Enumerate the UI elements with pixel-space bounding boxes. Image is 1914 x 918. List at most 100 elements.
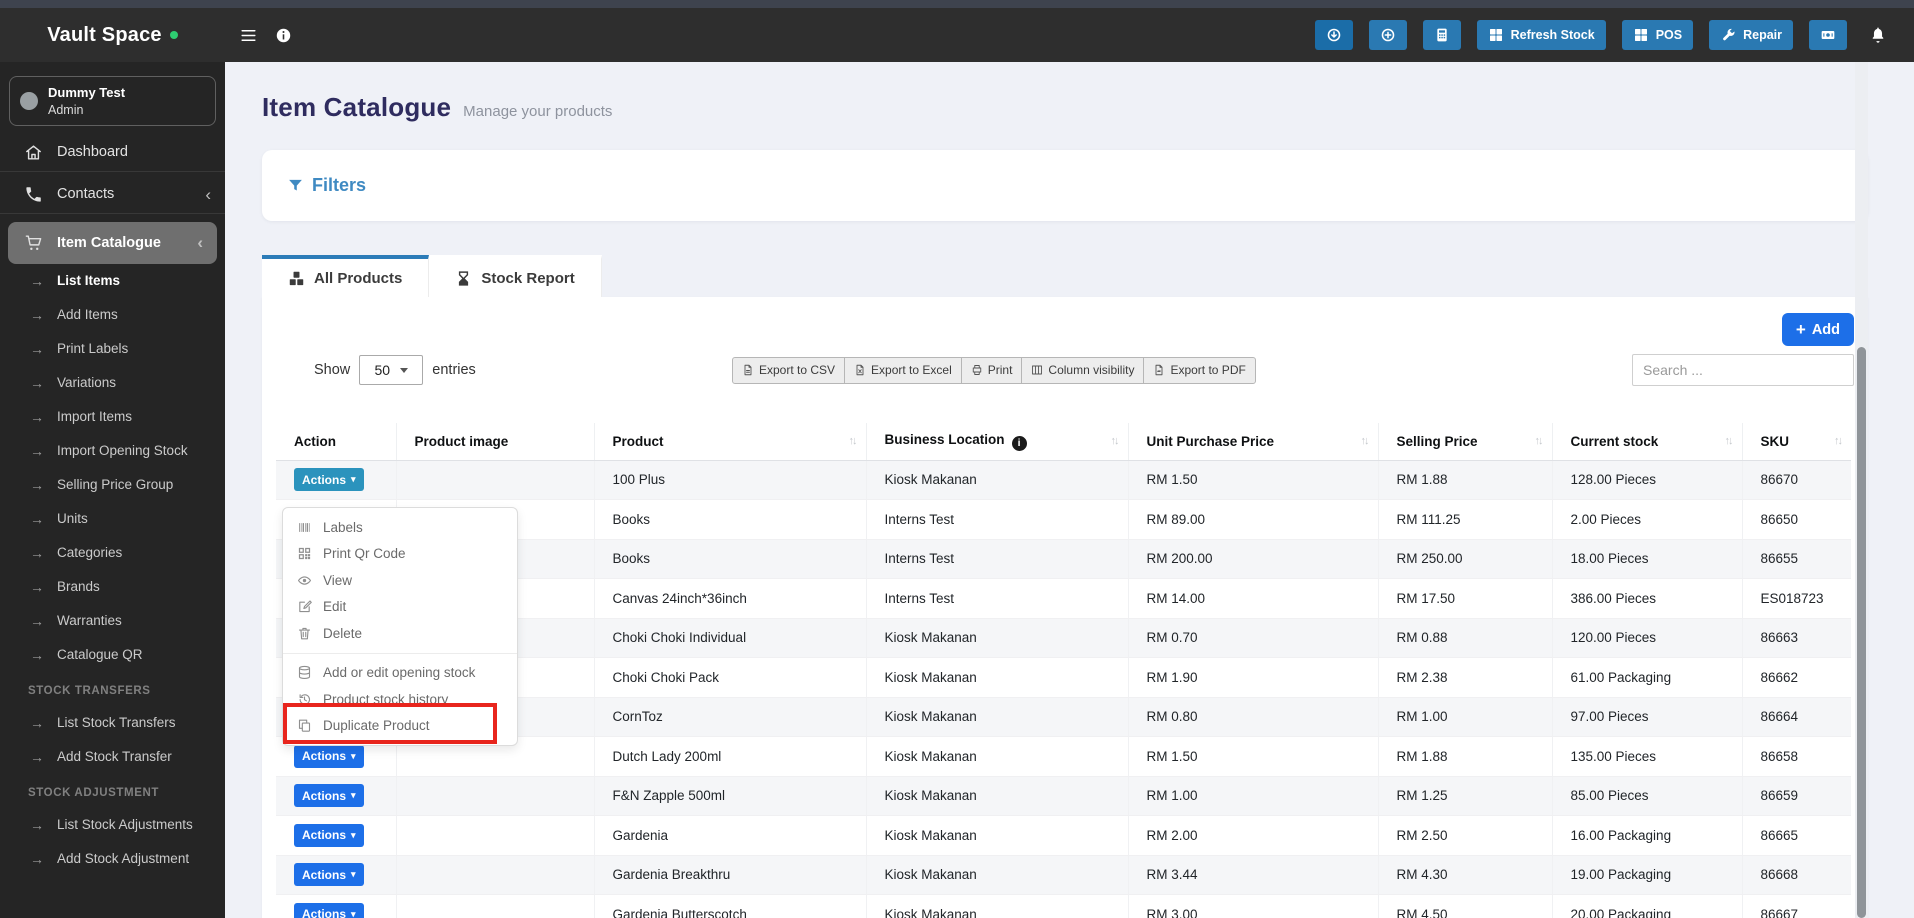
sidebar-subitem-catalogue-qr[interactable]: → Catalogue QR (0, 638, 225, 672)
menu-item-product-stock-history[interactable]: Product stock history (283, 686, 517, 713)
sidebar-label: Import Opening Stock (57, 443, 188, 459)
filters-label: Filters (312, 175, 367, 195)
column-header-product[interactable]: Product ↑↓ (594, 423, 867, 461)
caret-down-icon: ▾ (351, 829, 356, 840)
column-visibility-button[interactable]: Column visibility (1021, 356, 1145, 384)
filters-toggle[interactable]: Filters (287, 175, 366, 196)
menu-item-view[interactable]: View (283, 567, 517, 594)
column-header-current-stock[interactable]: Current stock ↑↓ (1552, 423, 1743, 461)
cash-icon (1820, 27, 1836, 43)
actions-button[interactable]: Actions ▾ (294, 468, 364, 492)
page-size-select[interactable]: 50 (359, 355, 424, 385)
export-to-pdf-button[interactable]: Export to PDF (1143, 356, 1256, 384)
menu-item-delete[interactable]: Delete (283, 620, 517, 647)
sidebar: Dummy Test Admin Dashboard Contacts ‹ Item … (0, 62, 225, 918)
bell-icon[interactable] (1869, 26, 1887, 44)
search-input[interactable] (1632, 354, 1854, 386)
sidebar-subitem-add-items[interactable]: → Add Items (0, 298, 225, 332)
export-button-label: Print (987, 363, 1013, 377)
tab-stock-report[interactable]: Stock Report (429, 255, 602, 297)
menu-item-labels[interactable]: Labels (283, 514, 517, 541)
menu-item-add-or-edit-opening-stock[interactable]: Add or edit opening stock (283, 660, 517, 687)
purchase-price-cell: RM 0.70 (1128, 618, 1379, 658)
sidebar-subitem-add-stock-adjustment[interactable]: → Add Stock Adjustment (0, 842, 225, 876)
export-to-csv-button[interactable]: Export to CSV (732, 356, 846, 384)
current-stock-cell: 120.00 Pieces (1552, 618, 1743, 658)
sidebar-subitem-list-stock-transfers[interactable]: → List Stock Transfers (0, 706, 225, 740)
circle-down-icon (1326, 27, 1342, 43)
quick-add-button[interactable] (1368, 20, 1407, 50)
sidebar-subitem-print-labels[interactable]: → Print Labels (0, 332, 225, 366)
selling-price-cell: RM 17.50 (1378, 578, 1553, 619)
sidebar-subitem-list-items[interactable]: → List Items (0, 264, 225, 298)
sidebar-subitem-variations[interactable]: → Variations (0, 366, 225, 400)
history-icon (297, 692, 312, 707)
info-icon[interactable] (274, 26, 293, 45)
menu-item-print-qr-code[interactable]: Print Qr Code (283, 541, 517, 568)
tab-all-products[interactable]: All Products (262, 255, 430, 297)
actions-button[interactable]: Actions ▾ (294, 902, 364, 918)
sku-cell: 86665 (1742, 815, 1851, 856)
actions-button[interactable]: Actions ▾ (294, 823, 364, 847)
column-header-selling-price[interactable]: Selling Price ↑↓ (1378, 423, 1553, 461)
info-icon[interactable]: i (1011, 435, 1027, 451)
sort-icon: ↑↓ (1834, 435, 1843, 448)
brand-logo[interactable]: Vault Space (0, 8, 225, 62)
actions-button[interactable]: Actions ▾ (294, 863, 364, 887)
column-header-unit-purchase-price[interactable]: Unit Purchase Price ↑↓ (1128, 423, 1379, 461)
arrow-right-icon: → (30, 850, 44, 867)
product-image-cell (396, 776, 595, 816)
sidebar-subitem-units[interactable]: → Units (0, 502, 225, 536)
sidebar-subitem-warranties[interactable]: → Warranties (0, 604, 225, 638)
menu-item-edit[interactable]: Edit (283, 594, 517, 621)
product-cell: Books (594, 539, 867, 579)
sidebar-subitem-brands[interactable]: → Brands (0, 570, 225, 604)
sidebar-label: Print Labels (57, 341, 129, 357)
print-icon (971, 364, 983, 376)
sidebar-subitem-import-opening-stock[interactable]: → Import Opening Stock (0, 434, 225, 468)
selling-price-cell: RM 1.00 (1378, 697, 1553, 737)
sidebar-item-contacts[interactable]: Contacts ‹ (0, 176, 225, 214)
product-cell: 100 Plus (594, 460, 867, 500)
selling-price-cell: RM 0.88 (1378, 618, 1553, 658)
arrow-right-icon: → (30, 510, 44, 527)
page-size-value: 50 (374, 362, 391, 378)
download-button[interactable] (1314, 20, 1353, 50)
scrollbar-thumb[interactable] (1857, 347, 1866, 918)
purchase-price-cell: RM 1.50 (1128, 460, 1379, 500)
export-button-label: Export to PDF (1170, 363, 1246, 377)
print-button[interactable]: Print (960, 356, 1023, 384)
sidebar-subitem-add-stock-transfer[interactable]: → Add Stock Transfer (0, 740, 225, 774)
actions-button-label: Actions (302, 907, 347, 918)
column-header-sku[interactable]: SKU ↑↓ (1742, 423, 1851, 461)
sidebar-subitem-selling-price-group[interactable]: → Selling Price Group (0, 468, 225, 502)
actions-button[interactable]: Actions ▾ (294, 744, 364, 768)
cash-register-button[interactable] (1809, 20, 1847, 50)
actions-dropdown-menu: Labels Print Qr Code View Edit Delete Add or … (282, 507, 518, 746)
menu-item-duplicate-product[interactable]: Duplicate Product (283, 713, 517, 740)
menu-divider (283, 652, 517, 654)
sidebar-label: Brands (57, 579, 100, 595)
arrow-right-icon: → (30, 374, 44, 391)
arrow-right-icon: → (30, 476, 44, 493)
entries-label: entries (432, 362, 476, 378)
calculator-button[interactable] (1422, 20, 1461, 50)
sidebar-subitem-categories[interactable]: → Categories (0, 536, 225, 570)
sidebar-subitem-list-stock-adjustments[interactable]: → List Stock Adjustments (0, 808, 225, 842)
sidebar-subitem-import-items[interactable]: → Import Items (0, 400, 225, 434)
sidebar-item-dashboard[interactable]: Dashboard (0, 134, 225, 172)
column-header-business-location[interactable]: Business Location i ↑↓ (866, 423, 1129, 461)
repair-button[interactable]: Repair (1709, 20, 1793, 50)
user-card[interactable]: Dummy Test Admin (9, 76, 216, 126)
location-cell: Kiosk Makanan (866, 736, 1129, 777)
sidebar-item-item-catalogue[interactable]: Item Catalogue ‹ (8, 221, 217, 264)
hamburger-menu-icon[interactable] (239, 26, 258, 45)
arrow-right-icon: → (30, 408, 44, 425)
actions-button[interactable]: Actions ▾ (294, 784, 364, 808)
pos-button[interactable]: POS (1621, 20, 1694, 50)
main-content: Item Catalogue Manage your products Filt… (225, 62, 1914, 918)
refresh-stock-button[interactable]: Refresh Stock (1476, 20, 1606, 50)
add-product-button[interactable]: + Add (1781, 313, 1854, 346)
sidebar-label: List Items (57, 273, 121, 289)
export-to-excel-button[interactable]: Export to Excel (844, 356, 962, 384)
